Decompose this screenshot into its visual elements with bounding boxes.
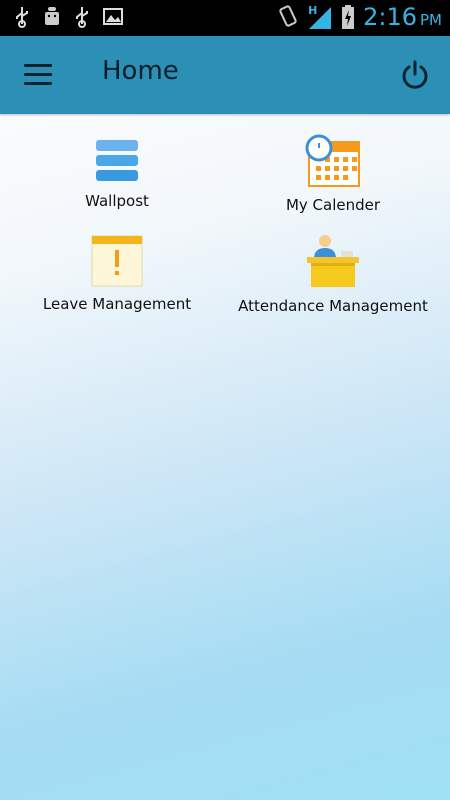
usb-icon bbox=[16, 7, 28, 28]
tile-label: Leave Management bbox=[42, 295, 192, 313]
clock-time: 2:16 bbox=[363, 3, 417, 31]
tile-label: My Calender bbox=[285, 196, 381, 214]
tile-my-calender[interactable]: My Calender bbox=[233, 134, 433, 214]
tile-attendance-management[interactable]: Attendance Management bbox=[233, 233, 433, 315]
status-bar: H 2:16 PM bbox=[0, 0, 450, 36]
tile-label: Wallpost bbox=[85, 192, 149, 210]
calendar-icon bbox=[305, 134, 360, 187]
battery-icon bbox=[342, 5, 355, 29]
wallpost-icon bbox=[96, 140, 138, 181]
notification-icons bbox=[14, 6, 124, 28]
power-icon[interactable] bbox=[398, 58, 432, 92]
tile-wallpost[interactable]: Wallpost bbox=[17, 138, 217, 210]
attendance-desk-icon bbox=[307, 235, 359, 287]
usb-icon bbox=[76, 7, 88, 28]
signal-icon: H bbox=[307, 3, 333, 31]
menu-icon[interactable] bbox=[24, 64, 54, 86]
page-title: Home bbox=[102, 56, 179, 86]
system-icons: H 2:16 PM bbox=[277, 3, 442, 31]
app-bar: Home bbox=[0, 36, 450, 114]
clock-ampm: PM bbox=[420, 11, 442, 29]
tile-label: Attendance Management bbox=[238, 297, 428, 315]
rotate-icon bbox=[279, 5, 297, 27]
android-debug-icon bbox=[45, 7, 59, 25]
image-icon bbox=[103, 8, 123, 25]
clock: 2:16 PM bbox=[363, 3, 442, 31]
leave-note-icon bbox=[91, 235, 143, 287]
tile-leave-management[interactable]: Leave Management bbox=[17, 235, 217, 313]
